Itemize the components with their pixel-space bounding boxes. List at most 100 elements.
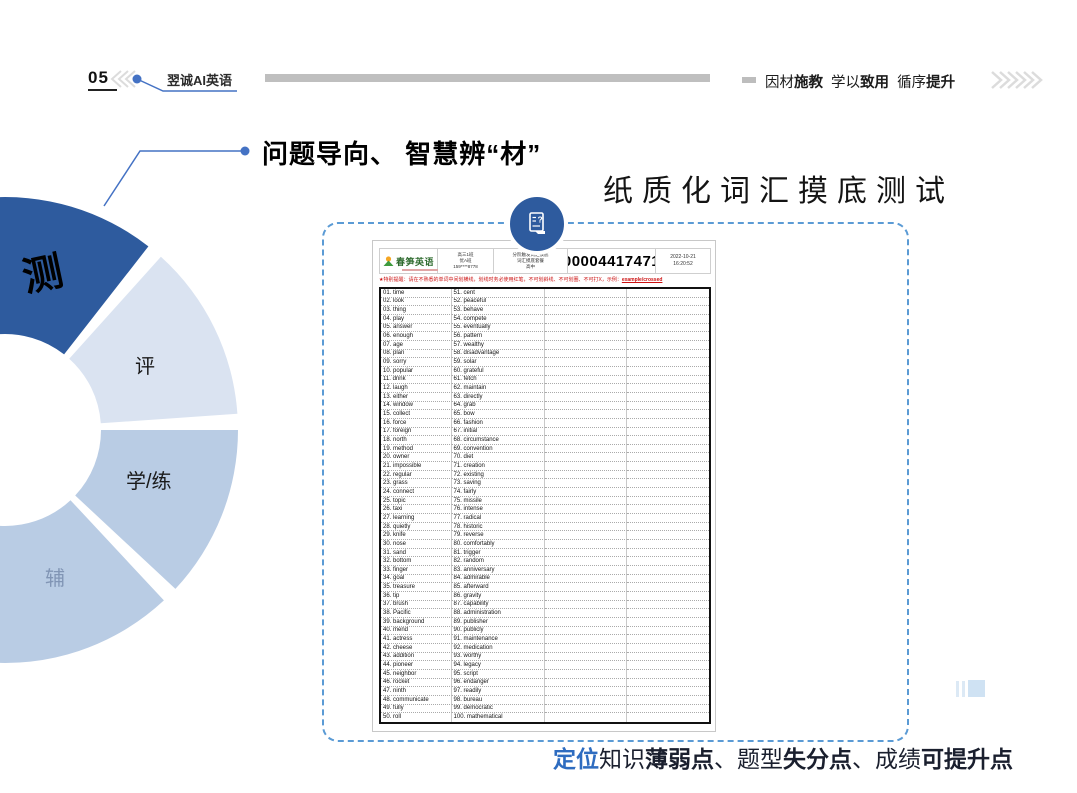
word-cell: 24. connect xyxy=(381,488,452,497)
word-cell: 27. learning xyxy=(381,514,452,523)
word-cell xyxy=(627,713,709,722)
word-cell xyxy=(627,488,709,497)
word-cell: 14. window xyxy=(381,402,452,411)
test-paper: 春笋英语 高三1班优A班159****8778 分阶触发词汇摸底词汇摸底套餐高中… xyxy=(372,240,716,732)
text-part: 因材 xyxy=(765,75,794,91)
word-cell xyxy=(627,635,709,644)
word-cell xyxy=(627,453,709,462)
word-cell xyxy=(545,384,627,393)
paper-datetime: 2022-10-21 16:20:52 xyxy=(656,249,710,273)
word-cell xyxy=(627,376,709,385)
word-row: 47. ninth97. readily xyxy=(381,687,709,696)
word-cell xyxy=(627,298,709,307)
word-cell xyxy=(545,679,627,688)
word-row: 33. finger83. anniversary xyxy=(381,566,709,575)
word-cell xyxy=(545,583,627,592)
word-cell: 84. admirable xyxy=(452,575,545,584)
svg-text:?: ? xyxy=(538,215,543,225)
word-row: 39. background89. publisher xyxy=(381,618,709,627)
paper-class-info: 高三1班优A班159****8778 xyxy=(438,249,494,273)
test-info-line: 高中 xyxy=(526,264,535,270)
word-cell: 82. random xyxy=(452,557,545,566)
brand-name: 翌诚AI英语 xyxy=(167,70,232,89)
word-cell xyxy=(627,618,709,627)
word-cell: 55. eventually xyxy=(452,324,545,333)
paper-time: 16:20:52 xyxy=(673,261,692,268)
word-cell xyxy=(627,696,709,705)
word-cell xyxy=(545,575,627,584)
word-cell xyxy=(545,601,627,610)
word-cell: 17. foreign xyxy=(381,428,452,437)
word-row: 34. goal84. admirable xyxy=(381,575,709,584)
word-cell xyxy=(545,635,627,644)
paper-logo: 春笋英语 xyxy=(380,249,438,273)
word-cell: 61. fetch xyxy=(452,376,545,385)
word-cell xyxy=(545,306,627,315)
word-cell: 07. age xyxy=(381,341,452,350)
word-cell: 20. owner xyxy=(381,453,452,462)
word-cell: 43. addition xyxy=(381,653,452,662)
word-cell: 98. bureau xyxy=(452,696,545,705)
word-cell: 89. publisher xyxy=(452,618,545,627)
word-cell xyxy=(545,618,627,627)
exam-icon-glyph: ? xyxy=(522,209,552,239)
word-cell: 50. roll xyxy=(381,713,452,722)
word-row: 22. regular72. existing xyxy=(381,471,709,480)
word-cell: 74. fairly xyxy=(452,488,545,497)
word-cell xyxy=(627,402,709,411)
word-cell: 79. reverse xyxy=(452,531,545,540)
word-cell xyxy=(545,358,627,367)
text-part: 、成绩 xyxy=(852,746,921,772)
word-cell xyxy=(545,367,627,376)
text-part: 可提升点 xyxy=(921,746,1013,772)
word-row: 24. connect74. fairly xyxy=(381,488,709,497)
text-part: 、题型 xyxy=(714,746,783,772)
word-cell xyxy=(545,523,627,532)
word-cell xyxy=(545,670,627,679)
word-cell: 12. laugh xyxy=(381,384,452,393)
word-cell: 59. solar xyxy=(452,358,545,367)
word-cell xyxy=(627,306,709,315)
word-cell xyxy=(545,531,627,540)
header-slogan: 因材施教 学以致用 循序提升 xyxy=(765,71,955,92)
word-cell xyxy=(545,479,627,488)
word-row: 01. time51. cent xyxy=(381,289,709,298)
watermark-icon xyxy=(956,680,985,697)
word-cell xyxy=(627,679,709,688)
word-row: 35. treasure85. afterward xyxy=(381,583,709,592)
word-cell: 65. bow xyxy=(452,410,545,419)
word-cell: 97. readily xyxy=(452,687,545,696)
text-part: 循序 xyxy=(889,75,926,91)
word-row: 03. thing53. behave xyxy=(381,306,709,315)
word-cell: 57. wealthy xyxy=(452,341,545,350)
word-cell: 18. north xyxy=(381,436,452,445)
word-cell xyxy=(627,601,709,610)
word-row: 40. mend90. publicly xyxy=(381,627,709,636)
word-cell xyxy=(627,566,709,575)
word-table: 01. time51. cent02. look52. peaceful03. … xyxy=(379,287,711,724)
word-cell xyxy=(627,514,709,523)
word-cell xyxy=(545,644,627,653)
word-cell xyxy=(545,410,627,419)
paper-logo-icon xyxy=(383,255,394,267)
word-cell: 28. quietly xyxy=(381,523,452,532)
word-cell xyxy=(627,557,709,566)
word-row: 16. force66. fashion xyxy=(381,419,709,428)
word-cell xyxy=(545,462,627,471)
word-cell: 31. sand xyxy=(381,549,452,558)
serial-value: 00004417471 xyxy=(568,253,656,270)
word-row: 48. communicate98. bureau xyxy=(381,696,709,705)
word-cell: 53. behave xyxy=(452,306,545,315)
word-row: 36. tip86. gravity xyxy=(381,592,709,601)
word-row: 27. learning77. radical xyxy=(381,514,709,523)
word-cell xyxy=(545,540,627,549)
word-cell: 91. maintenance xyxy=(452,635,545,644)
word-cell: 67. initial xyxy=(452,428,545,437)
word-cell xyxy=(545,557,627,566)
word-cell xyxy=(545,393,627,402)
word-cell: 44. pioneer xyxy=(381,661,452,670)
word-cell xyxy=(545,505,627,514)
paper-serial-number: 00004417471 xyxy=(568,249,656,273)
word-cell xyxy=(545,653,627,662)
word-cell xyxy=(627,436,709,445)
